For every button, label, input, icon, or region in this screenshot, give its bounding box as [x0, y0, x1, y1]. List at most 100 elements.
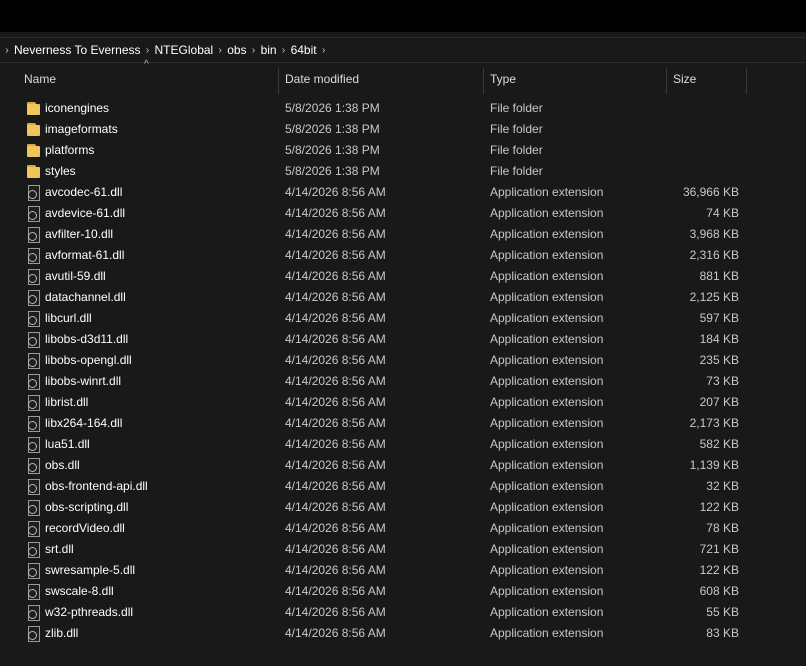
dll-file-icon: [27, 332, 41, 348]
file-type: Application extension: [490, 185, 604, 199]
address-bar[interactable]: › Neverness To Everness › NTEGlobal › ob…: [0, 37, 806, 63]
file-name: libx264-164.dll: [45, 416, 123, 430]
dll-file-icon: [27, 584, 41, 600]
dll-file-icon: [27, 395, 41, 411]
file-row[interactable]: imageformats 5/8/2026 1:38 PM File folder: [0, 119, 806, 140]
column-divider[interactable]: [483, 68, 484, 94]
file-date-modified: 4/14/2026 8:56 AM: [285, 479, 386, 493]
file-date-modified: 4/14/2026 8:56 AM: [285, 437, 386, 451]
file-row[interactable]: obs-frontend-api.dll 4/14/2026 8:56 AM App…: [0, 476, 806, 497]
folder-icon: [27, 122, 41, 137]
file-row[interactable]: styles 5/8/2026 1:38 PM File folder: [0, 161, 806, 182]
file-type: File folder: [490, 101, 543, 115]
file-size: 32 KB: [706, 479, 739, 493]
file-row[interactable]: datachannel.dll 4/14/2026 8:56 AM Applicat…: [0, 287, 806, 308]
file-row[interactable]: obs.dll 4/14/2026 8:56 AM Application exte…: [0, 455, 806, 476]
breadcrumb-chevron-icon[interactable]: ›: [213, 45, 227, 56]
file-size: 83 KB: [706, 626, 739, 640]
file-row[interactable]: zlib.dll 4/14/2026 8:56 AM Application ext…: [0, 623, 806, 644]
file-date-modified: 4/14/2026 8:56 AM: [285, 311, 386, 325]
file-type: Application extension: [490, 353, 604, 367]
file-row[interactable]: libobs-opengl.dll 4/14/2026 8:56 AM Applic…: [0, 350, 806, 371]
file-row[interactable]: avfilter-10.dll 4/14/2026 8:56 AM Applicat…: [0, 224, 806, 245]
dll-file-icon: [27, 269, 41, 285]
file-name: libcurl.dll: [45, 311, 92, 325]
file-date-modified: 5/8/2026 1:38 PM: [285, 164, 380, 178]
file-row[interactable]: avcodec-61.dll 4/14/2026 8:56 AM Applicati…: [0, 182, 806, 203]
file-date-modified: 4/14/2026 8:56 AM: [285, 374, 386, 388]
breadcrumb-chevron-icon[interactable]: ›: [141, 45, 155, 56]
file-type: Application extension: [490, 374, 604, 388]
column-divider[interactable]: [666, 68, 667, 94]
file-row[interactable]: iconengines 5/8/2026 1:38 PM File folder: [0, 98, 806, 119]
dll-file-icon: [27, 521, 41, 537]
file-row[interactable]: recordVideo.dll 4/14/2026 8:56 AM Applicat…: [0, 518, 806, 539]
file-size: [600, 119, 739, 140]
breadcrumb-chevron-icon[interactable]: ›: [317, 45, 331, 56]
file-row[interactable]: libcurl.dll 4/14/2026 8:56 AM Application …: [0, 308, 806, 329]
file-name: libobs-winrt.dll: [45, 374, 122, 388]
file-row[interactable]: libobs-d3d11.dll 4/14/2026 8:56 AM Applica…: [0, 329, 806, 350]
file-row[interactable]: libobs-winrt.dll 4/14/2026 8:56 AM Applica…: [0, 371, 806, 392]
breadcrumb-chevron-icon[interactable]: ›: [0, 45, 14, 56]
column-header-type[interactable]: Type: [490, 68, 660, 92]
file-row[interactable]: swscale-8.dll 4/14/2026 8:56 AM Applicatio…: [0, 581, 806, 602]
column-header-date-modified[interactable]: Date modified: [285, 68, 480, 92]
column-divider[interactable]: [746, 68, 747, 94]
dll-file-icon: [27, 542, 41, 558]
file-name: obs-frontend-api.dll: [45, 479, 148, 493]
file-row[interactable]: libx264-164.dll 4/14/2026 8:56 AM Applicat…: [0, 413, 806, 434]
breadcrumb-item-neverness[interactable]: Neverness To Everness: [14, 43, 141, 57]
file-date-modified: 4/14/2026 8:56 AM: [285, 227, 386, 241]
file-date-modified: 4/14/2026 8:56 AM: [285, 353, 386, 367]
breadcrumb-item-64bit[interactable]: 64bit: [291, 43, 317, 57]
folder-icon: [27, 164, 41, 179]
title-bar: [0, 0, 806, 32]
file-row[interactable]: avutil-59.dll 4/14/2026 8:56 AM Applicatio…: [0, 266, 806, 287]
file-size: 2,173 KB: [689, 416, 739, 430]
file-size: 597 KB: [699, 311, 739, 325]
file-row[interactable]: librist.dll 4/14/2026 8:56 AM Application …: [0, 392, 806, 413]
file-name: srt.dll: [45, 542, 74, 556]
file-type: Application extension: [490, 248, 604, 262]
file-list: iconengines 5/8/2026 1:38 PM File folder im…: [0, 98, 806, 644]
file-type: Application extension: [490, 458, 604, 472]
breadcrumb-chevron-icon[interactable]: ›: [247, 45, 261, 56]
file-size: [600, 98, 739, 119]
file-type: Application extension: [490, 626, 604, 640]
file-date-modified: 4/14/2026 8:56 AM: [285, 185, 386, 199]
dll-file-icon: [27, 227, 41, 243]
file-row[interactable]: avformat-61.dll 4/14/2026 8:56 AM Applicat…: [0, 245, 806, 266]
file-name: libobs-opengl.dll: [45, 353, 132, 367]
column-divider[interactable]: [278, 68, 279, 94]
column-header-size[interactable]: Size: [673, 68, 743, 92]
file-row[interactable]: lua51.dll 4/14/2026 8:56 AM Application ex…: [0, 434, 806, 455]
breadcrumb-item-bin[interactable]: bin: [261, 43, 277, 57]
breadcrumb-chevron-icon[interactable]: ›: [277, 45, 291, 56]
file-row[interactable]: obs-scripting.dll 4/14/2026 8:56 AM Applic…: [0, 497, 806, 518]
file-size: 2,316 KB: [689, 248, 739, 262]
file-date-modified: 4/14/2026 8:56 AM: [285, 206, 386, 220]
breadcrumb-item-ntegl[interactable]: NTEGlobal: [155, 43, 214, 57]
file-row[interactable]: w32-pthreads.dll 4/14/2026 8:56 AM Applica…: [0, 602, 806, 623]
dll-file-icon: [27, 605, 41, 621]
file-row[interactable]: avdevice-61.dll 4/14/2026 8:56 AM Applicat…: [0, 203, 806, 224]
file-row[interactable]: srt.dll 4/14/2026 8:56 AM Application exte…: [0, 539, 806, 560]
file-date-modified: 4/14/2026 8:56 AM: [285, 416, 386, 430]
file-row[interactable]: swresample-5.dll 4/14/2026 8:56 AM Applica…: [0, 560, 806, 581]
file-row[interactable]: platforms 5/8/2026 1:38 PM File folder: [0, 140, 806, 161]
file-size: 122 KB: [699, 500, 739, 514]
dll-file-icon: [27, 248, 41, 264]
file-size: 3,968 KB: [689, 227, 739, 241]
file-date-modified: 4/14/2026 8:56 AM: [285, 500, 386, 514]
file-type: Application extension: [490, 206, 604, 220]
file-type: Application extension: [490, 290, 604, 304]
file-size: 235 KB: [699, 353, 739, 367]
file-type: Application extension: [490, 563, 604, 577]
dll-file-icon: [27, 500, 41, 516]
column-header-name[interactable]: Name: [24, 68, 274, 92]
file-size: 74 KB: [706, 206, 739, 220]
file-date-modified: 4/14/2026 8:56 AM: [285, 521, 386, 535]
file-name: swresample-5.dll: [45, 563, 136, 577]
breadcrumb-item-obs[interactable]: obs: [227, 43, 246, 57]
